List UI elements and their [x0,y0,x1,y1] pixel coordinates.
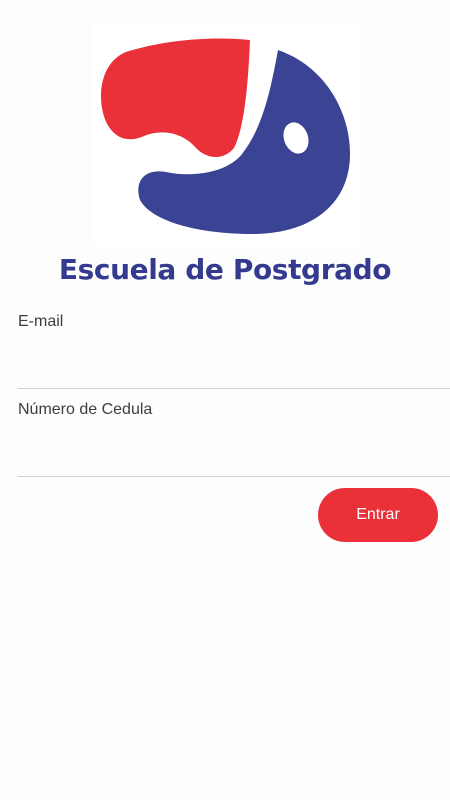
submit-button[interactable]: Entrar [318,488,438,542]
email-input[interactable] [18,352,448,384]
cedula-input[interactable] [18,440,448,472]
email-label: E-mail [18,313,64,330]
cedula-label: Número de Cedula [18,401,153,418]
school-name-title: Escuela de Postgrado [58,253,392,286]
school-logo [92,24,360,246]
cedula-field[interactable]: Número de Cedula [18,400,450,477]
fish-logo-icon [101,38,350,234]
email-field[interactable]: E-mail [18,312,450,389]
